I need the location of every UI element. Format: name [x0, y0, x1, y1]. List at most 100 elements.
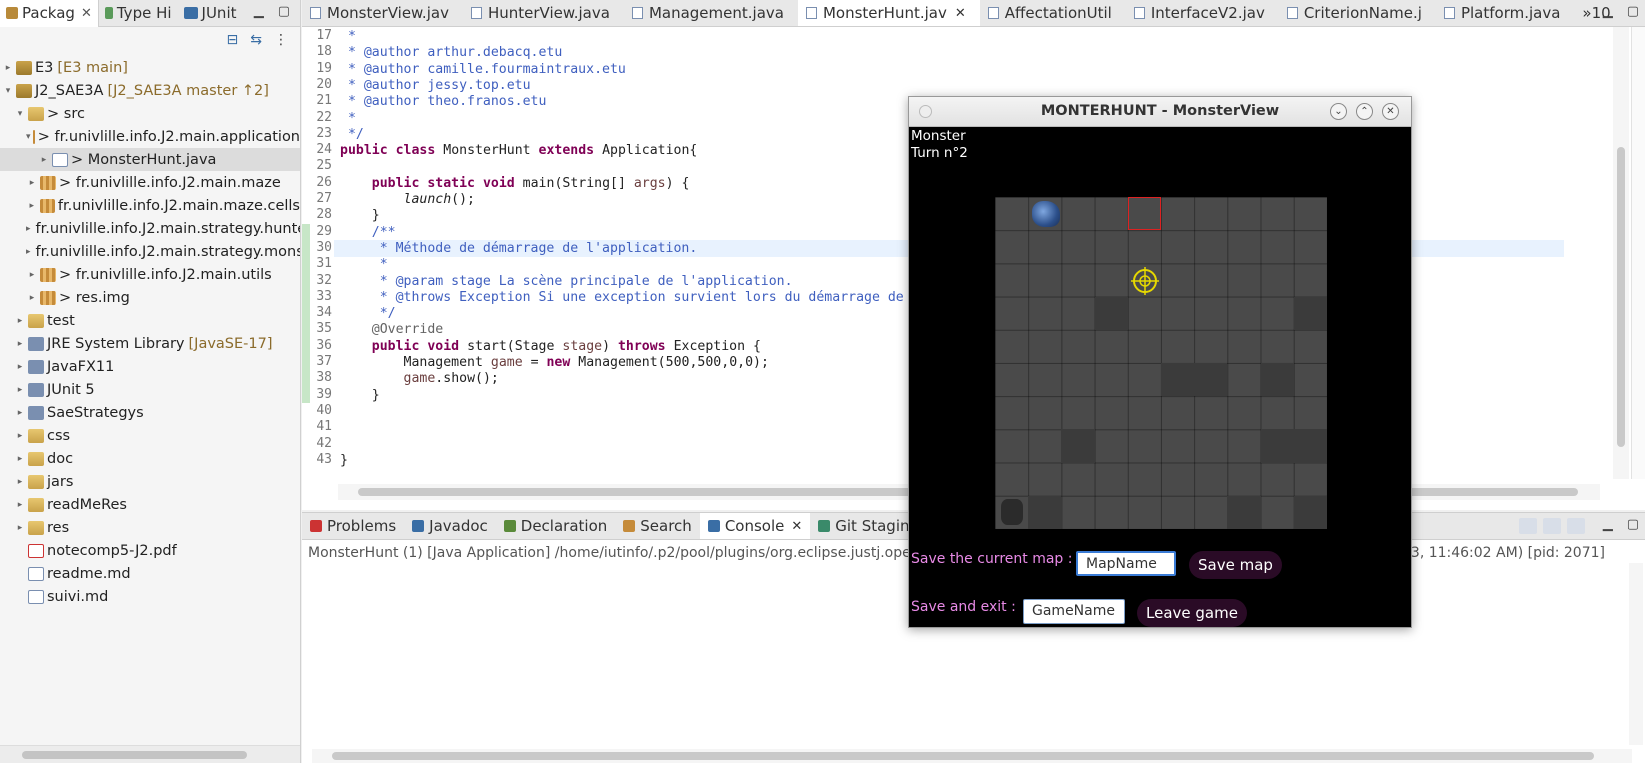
- window-titlebar[interactable]: MONTERHUNT - MonsterView ⌄ ⌃ ✕: [909, 97, 1411, 127]
- code-line[interactable]: /**: [340, 224, 396, 241]
- tree-item[interactable]: ▸ doc: [0, 447, 300, 470]
- tree-item[interactable]: suivi.md: [0, 585, 300, 608]
- tree-item[interactable]: ▸ SaeStrategys: [0, 401, 300, 424]
- tree-item[interactable]: ▸ JUnit 5: [0, 378, 300, 401]
- tree-item[interactable]: ▸ fr.univlille.info.J2.main.strategy.hunt…: [0, 217, 300, 240]
- code-line[interactable]: * @param stage La scène principale de l'…: [340, 273, 793, 290]
- editor-tab[interactable]: MonsterView.jav: [302, 0, 463, 26]
- minimize-icon[interactable]: ⌄: [1330, 103, 1347, 120]
- editor-tab[interactable]: InterfaceV2.jav: [1126, 0, 1279, 26]
- expand-toggle-icon[interactable]: ▸: [26, 224, 31, 234]
- maximize-icon[interactable]: ▢: [278, 4, 290, 19]
- pin-console-icon[interactable]: [1519, 518, 1537, 534]
- game-name-input[interactable]: GameName: [1023, 599, 1125, 624]
- expand-toggle-icon[interactable]: ▸: [14, 316, 26, 326]
- expand-toggle-icon[interactable]: ▸: [14, 339, 26, 349]
- display-selected-console-icon[interactable]: [1543, 518, 1561, 534]
- editor-tab[interactable]: CriterionName.j: [1279, 0, 1436, 26]
- editor-tab[interactable]: Platform.java: [1436, 0, 1574, 26]
- collapse-all-icon[interactable]: ⊟: [227, 32, 239, 48]
- open-console-icon[interactable]: [1567, 518, 1585, 534]
- tree-item[interactable]: ▸ JavaFX11: [0, 355, 300, 378]
- expand-toggle-icon[interactable]: ▸: [14, 477, 26, 487]
- code-line[interactable]: }: [340, 387, 380, 404]
- view-menu-icon[interactable]: ⋮: [274, 32, 288, 48]
- console-tab[interactable]: Problems: [302, 513, 404, 539]
- tree-item[interactable]: ▾ > src: [0, 102, 300, 125]
- tree-item[interactable]: ▸ JRE System Library [JavaSE-17]: [0, 332, 300, 355]
- map-name-input[interactable]: MapName: [1076, 551, 1176, 576]
- expand-toggle-icon[interactable]: ▸: [14, 385, 26, 395]
- console-tab[interactable]: Console ✕: [699, 513, 811, 539]
- expand-toggle-icon[interactable]: ▸: [2, 63, 14, 73]
- code-line[interactable]: }: [340, 452, 348, 469]
- expand-toggle-icon[interactable]: ▸: [26, 178, 38, 188]
- maximize-icon[interactable]: ⌃: [1356, 103, 1373, 120]
- tree-item[interactable]: ▸ > res.img: [0, 286, 300, 309]
- tree-item[interactable]: notecomp5-J2.pdf: [0, 539, 300, 562]
- code-line[interactable]: }: [340, 207, 380, 224]
- code-line[interactable]: */: [340, 305, 396, 322]
- code-line[interactable]: * @author jessy.top.etu: [340, 77, 531, 94]
- expand-toggle-icon[interactable]: ▾: [26, 132, 31, 142]
- expand-toggle-icon[interactable]: ▸: [14, 454, 26, 464]
- tree-item[interactable]: ▸ fr.univlille.info.J2.main.maze.cells: [0, 194, 300, 217]
- editor-tab[interactable]: AffectationUtil: [980, 0, 1126, 26]
- close-icon[interactable]: ✕: [791, 519, 802, 534]
- tab-junit[interactable]: JUnit: [178, 0, 243, 27]
- leave-game-button[interactable]: Leave game: [1137, 599, 1247, 627]
- close-icon[interactable]: ✕: [81, 6, 92, 21]
- code-line[interactable]: * @author theo.franos.etu: [340, 93, 547, 110]
- vertical-scrollbar[interactable]: [1613, 27, 1629, 479]
- editor-tab[interactable]: HunterView.java: [463, 0, 624, 26]
- minimize-icon[interactable]: ▁: [254, 4, 264, 19]
- scroll-thumb[interactable]: [1617, 147, 1625, 447]
- code-line[interactable]: Management game = new Management(500,500…: [340, 354, 769, 371]
- code-line[interactable]: */: [340, 126, 364, 143]
- minimize-icon[interactable]: ▁: [1603, 4, 1613, 19]
- tree-item[interactable]: ▸ test: [0, 309, 300, 332]
- expand-toggle-icon[interactable]: ▸: [14, 431, 26, 441]
- tree-item[interactable]: ▸ jars: [0, 470, 300, 493]
- console-tab[interactable]: Javadoc: [404, 513, 496, 539]
- code-line[interactable]: public void start(Stage stage) throws Ex…: [340, 338, 761, 355]
- tree-item[interactable]: ▾ J2_SAE3A [J2_SAE3A master ↑2]: [0, 79, 300, 102]
- link-editor-icon[interactable]: ⇆: [250, 32, 262, 48]
- maximize-icon[interactable]: ▢: [1627, 517, 1639, 532]
- code-line[interactable]: *: [340, 28, 356, 45]
- close-icon[interactable]: ✕: [955, 6, 966, 21]
- console-tab[interactable]: Search: [615, 513, 700, 539]
- tab-package-explorer[interactable]: Packag ✕: [0, 0, 99, 27]
- expand-toggle-icon[interactable]: ▸: [26, 247, 31, 257]
- tree-item[interactable]: ▸ > fr.univlille.info.J2.main.maze: [0, 171, 300, 194]
- tree-item[interactable]: ▸ fr.univlille.info.J2.main.strategy.mons…: [0, 240, 300, 263]
- maze-board[interactable]: [995, 197, 1327, 529]
- code-line[interactable]: * @author arthur.debacq.etu: [340, 44, 562, 61]
- code-line[interactable]: *: [340, 110, 356, 127]
- tree-item[interactable]: ▸ readMeRes: [0, 493, 300, 516]
- tree-item[interactable]: ▸ > MonsterHunt.java: [0, 148, 300, 171]
- code-line[interactable]: launch();: [340, 191, 475, 208]
- scroll-thumb[interactable]: [332, 752, 1594, 760]
- expand-toggle-icon[interactable]: ▸: [26, 201, 38, 211]
- expand-toggle-icon[interactable]: ▸: [14, 408, 26, 418]
- save-map-button[interactable]: Save map: [1189, 551, 1282, 579]
- tree-item[interactable]: ▸ E3 [E3 main]: [0, 56, 300, 79]
- code-line[interactable]: public static void main(String[] args) {: [340, 175, 690, 192]
- code-line[interactable]: public class MonsterHunt extends Applica…: [340, 142, 697, 159]
- tree-item[interactable]: ▸ css: [0, 424, 300, 447]
- code-line[interactable]: game.show();: [340, 370, 499, 387]
- expand-toggle-icon[interactable]: ▸: [26, 270, 38, 280]
- expand-toggle-icon[interactable]: ▸: [38, 155, 50, 165]
- tab-type-hierarchy[interactable]: Type Hi: [99, 0, 178, 27]
- scroll-thumb[interactable]: [22, 751, 247, 759]
- tree-item[interactable]: readme.md: [0, 562, 300, 585]
- vertical-scrollbar[interactable]: [1629, 563, 1643, 745]
- minimize-icon[interactable]: ▁: [1603, 517, 1613, 532]
- code-line[interactable]: * @throws Exception Si une exception sur…: [340, 289, 904, 306]
- tree-item[interactable]: ▸ > fr.univlille.info.J2.main.utils: [0, 263, 300, 286]
- code-line[interactable]: *: [340, 256, 388, 273]
- expand-toggle-icon[interactable]: ▸: [26, 293, 38, 303]
- console-tab[interactable]: Declaration: [496, 513, 615, 539]
- expand-toggle-icon[interactable]: ▾: [2, 86, 14, 96]
